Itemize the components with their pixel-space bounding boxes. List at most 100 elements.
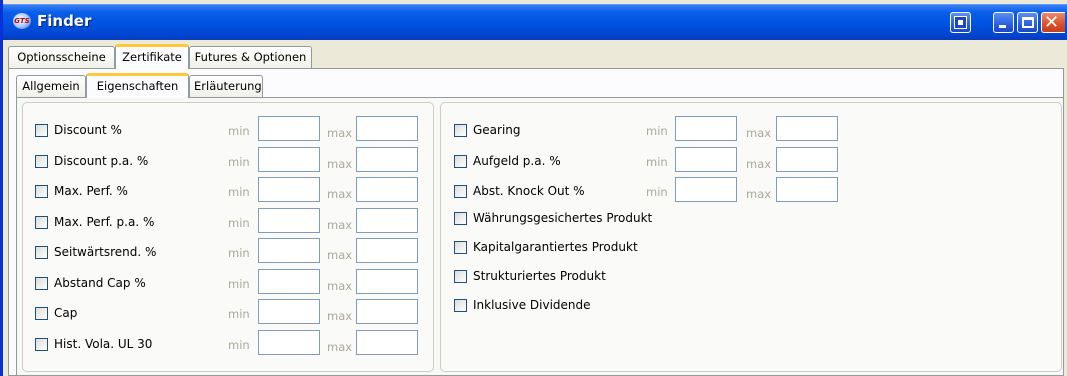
max-label: max bbox=[327, 339, 353, 354]
option-label[interactable]: Strukturiertes Produkt bbox=[473, 269, 606, 283]
option-label[interactable]: Kapitalgarantiertes Produkt bbox=[473, 240, 638, 254]
filter-row: Discount % min max bbox=[35, 116, 418, 142]
min-input[interactable] bbox=[675, 177, 737, 202]
layout-icon bbox=[954, 16, 967, 29]
filter-label[interactable]: Abstand Cap % bbox=[54, 276, 146, 290]
min-label: min bbox=[228, 185, 250, 199]
restore-layout-button[interactable] bbox=[950, 12, 971, 33]
max-input[interactable] bbox=[356, 268, 418, 294]
min-input[interactable] bbox=[675, 146, 737, 172]
tab-erlaeuterung[interactable]: Erläuterung bbox=[189, 75, 263, 97]
min-input[interactable] bbox=[258, 207, 320, 233]
min-label: min bbox=[646, 124, 668, 138]
max-input[interactable] bbox=[356, 238, 418, 263]
option-checkbox[interactable] bbox=[454, 241, 467, 254]
maximize-button[interactable] bbox=[1017, 12, 1038, 33]
max-input[interactable] bbox=[356, 116, 418, 141]
min-input[interactable] bbox=[258, 238, 320, 263]
min-label: min bbox=[228, 337, 250, 352]
max-input[interactable] bbox=[356, 146, 418, 172]
max-label: max bbox=[327, 217, 353, 232]
max-input[interactable] bbox=[776, 116, 838, 141]
min-label: min bbox=[228, 124, 250, 138]
filter-checkbox[interactable] bbox=[35, 185, 48, 198]
filter-row: Abst. Knock Out % min max bbox=[454, 177, 838, 203]
max-label: max bbox=[327, 126, 353, 140]
option-row: Strukturiertes Produkt bbox=[454, 266, 714, 288]
min-label: min bbox=[646, 185, 668, 199]
tab-optionsscheine[interactable]: Optionsscheine bbox=[8, 46, 115, 68]
min-label: min bbox=[228, 307, 250, 321]
option-label[interactable]: Inklusive Dividende bbox=[473, 298, 591, 312]
max-input[interactable] bbox=[356, 177, 418, 202]
filter-checkbox[interactable] bbox=[35, 337, 48, 351]
min-label: min bbox=[646, 154, 668, 169]
filter-row: Cap min max bbox=[35, 299, 418, 325]
filter-row: Discount p.a. % min max bbox=[35, 146, 418, 173]
option-checkbox[interactable] bbox=[454, 299, 467, 312]
filter-checkbox[interactable] bbox=[35, 154, 48, 168]
option-row: Kapitalgarantiertes Produkt bbox=[454, 237, 714, 259]
filter-checkbox[interactable] bbox=[35, 276, 48, 290]
min-input[interactable] bbox=[258, 177, 320, 202]
tab-futures-optionen[interactable]: Futures & Optionen bbox=[189, 46, 312, 68]
max-input[interactable] bbox=[356, 299, 418, 324]
app-icon: GTS bbox=[13, 13, 31, 29]
min-input[interactable] bbox=[258, 299, 320, 324]
filter-row: Hist. Vola. UL 30 min max bbox=[35, 329, 418, 356]
filter-row: Seitwärtsrend. % min max bbox=[35, 238, 418, 264]
filter-label[interactable]: Hist. Vola. UL 30 bbox=[54, 337, 152, 351]
max-input[interactable] bbox=[776, 146, 838, 172]
max-label: max bbox=[327, 278, 353, 293]
min-label: min bbox=[228, 276, 250, 291]
filter-checkbox[interactable] bbox=[454, 124, 467, 137]
filter-row: Gearing min max bbox=[454, 116, 838, 142]
filter-label[interactable]: Aufgeld p.a. % bbox=[473, 154, 561, 168]
filter-label[interactable]: Abst. Knock Out % bbox=[473, 184, 585, 198]
filter-checkbox[interactable] bbox=[35, 215, 48, 229]
filter-label[interactable]: Discount p.a. % bbox=[54, 154, 148, 168]
min-label: min bbox=[228, 246, 250, 260]
filter-label[interactable]: Max. Perf. p.a. % bbox=[54, 215, 154, 229]
filter-row: Aufgeld p.a. % min max bbox=[454, 146, 838, 173]
filter-label[interactable]: Discount % bbox=[54, 123, 122, 137]
maximize-icon bbox=[1022, 17, 1034, 28]
option-checkbox[interactable] bbox=[454, 212, 467, 225]
max-input[interactable] bbox=[776, 177, 838, 202]
min-input[interactable] bbox=[258, 116, 320, 141]
tab-eigenschaften[interactable]: Eigenschaften bbox=[86, 73, 189, 98]
option-label[interactable]: Währungsgesichertes Produkt bbox=[473, 211, 652, 225]
filter-checkbox[interactable] bbox=[454, 185, 467, 198]
close-button[interactable]: ✕ bbox=[1041, 12, 1065, 33]
min-input[interactable] bbox=[258, 146, 320, 172]
title-bar[interactable]: GTS Finder ✕ bbox=[3, 4, 1067, 40]
max-label: max bbox=[327, 156, 353, 171]
max-input[interactable] bbox=[356, 207, 418, 233]
filter-label[interactable]: Max. Perf. % bbox=[54, 184, 128, 198]
max-label: max bbox=[327, 309, 353, 323]
minimize-button[interactable] bbox=[993, 12, 1014, 33]
filter-checkbox[interactable] bbox=[454, 154, 467, 168]
max-input[interactable] bbox=[356, 329, 418, 355]
filter-row: Abstand Cap % min max bbox=[35, 268, 418, 295]
filter-label[interactable]: Seitwärtsrend. % bbox=[54, 245, 156, 259]
min-input[interactable] bbox=[258, 329, 320, 355]
max-label: max bbox=[746, 126, 772, 140]
filter-row: Max. Perf. p.a. % min max bbox=[35, 207, 418, 234]
max-label: max bbox=[746, 156, 772, 171]
option-checkbox[interactable] bbox=[454, 270, 467, 283]
filter-label[interactable]: Cap bbox=[54, 306, 77, 320]
filter-label[interactable]: Gearing bbox=[473, 123, 521, 137]
option-row: Inklusive Dividende bbox=[454, 295, 714, 317]
filter-row: Max. Perf. % min max bbox=[35, 177, 418, 203]
min-input[interactable] bbox=[258, 268, 320, 294]
filter-checkbox[interactable] bbox=[35, 124, 48, 137]
max-label: max bbox=[327, 187, 353, 201]
tab-allgemein[interactable]: Allgemein bbox=[16, 75, 86, 97]
filter-checkbox[interactable] bbox=[35, 307, 48, 320]
min-label: min bbox=[228, 154, 250, 169]
min-input[interactable] bbox=[675, 116, 737, 141]
tab-zertifikate[interactable]: Zertifikate bbox=[115, 44, 189, 69]
max-label: max bbox=[746, 187, 772, 201]
filter-checkbox[interactable] bbox=[35, 246, 48, 259]
